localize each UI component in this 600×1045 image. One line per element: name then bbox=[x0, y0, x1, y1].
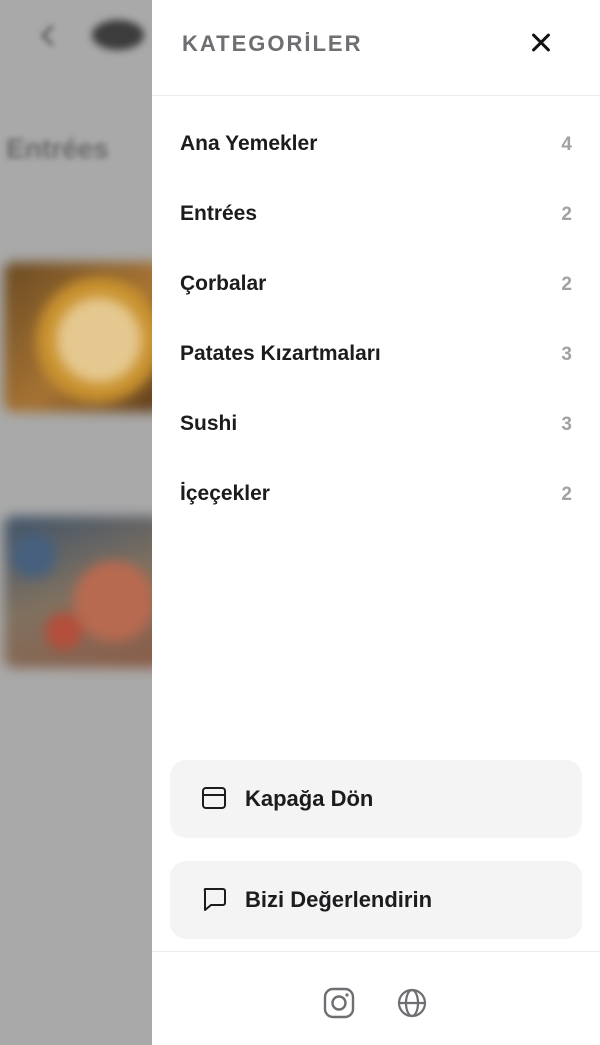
category-item[interactable]: Ana Yemekler 4 bbox=[152, 108, 600, 178]
restaurant-logo bbox=[92, 20, 144, 50]
footer-divider bbox=[152, 951, 600, 952]
food-image bbox=[4, 262, 164, 412]
categories-drawer: KATEGORİLER Ana Yemekler 4 Entrées 2 Çor… bbox=[152, 0, 600, 1045]
category-count: 3 bbox=[561, 344, 572, 365]
food-image bbox=[4, 516, 164, 668]
background-section-title: Entrées bbox=[6, 133, 109, 164]
instagram-icon[interactable] bbox=[322, 986, 356, 1020]
category-count: 2 bbox=[561, 274, 572, 295]
category-count: 3 bbox=[561, 414, 572, 435]
category-name: Patates Kızartmaları bbox=[180, 342, 381, 365]
globe-icon[interactable] bbox=[395, 986, 429, 1020]
category-name: Sushi bbox=[180, 412, 238, 435]
category-item[interactable]: Sushi 3 bbox=[152, 388, 600, 458]
back-to-cover-button[interactable]: Kapağa Dön bbox=[170, 760, 582, 838]
chat-bubble-icon bbox=[200, 885, 228, 913]
category-item[interactable]: Entrées 2 bbox=[152, 178, 600, 248]
close-icon[interactable] bbox=[524, 26, 558, 60]
category-count: 4 bbox=[561, 134, 572, 155]
category-list: Ana Yemekler 4 Entrées 2 Çorbalar 2 Pata… bbox=[152, 108, 600, 528]
category-item[interactable]: İçeçekler 2 bbox=[152, 458, 600, 528]
drawer-header: KATEGORİLER bbox=[152, 0, 600, 96]
back-chevron-icon bbox=[38, 22, 58, 50]
card-icon bbox=[200, 784, 228, 812]
rate-us-button[interactable]: Bizi Değerlendirin bbox=[170, 861, 582, 939]
category-count: 2 bbox=[561, 484, 572, 505]
back-to-cover-label: Kapağa Dön bbox=[245, 786, 374, 811]
category-count: 2 bbox=[561, 204, 572, 225]
category-item[interactable]: Patates Kızartmaları 3 bbox=[152, 318, 600, 388]
category-name: Entrées bbox=[180, 202, 258, 225]
category-item[interactable]: Çorbalar 2 bbox=[152, 248, 600, 318]
category-name: İçeçekler bbox=[180, 482, 270, 505]
category-name: Ana Yemekler bbox=[180, 132, 318, 155]
category-name: Çorbalar bbox=[180, 272, 267, 295]
drawer-title: KATEGORİLER bbox=[182, 31, 363, 56]
rate-us-label: Bizi Değerlendirin bbox=[245, 887, 433, 912]
